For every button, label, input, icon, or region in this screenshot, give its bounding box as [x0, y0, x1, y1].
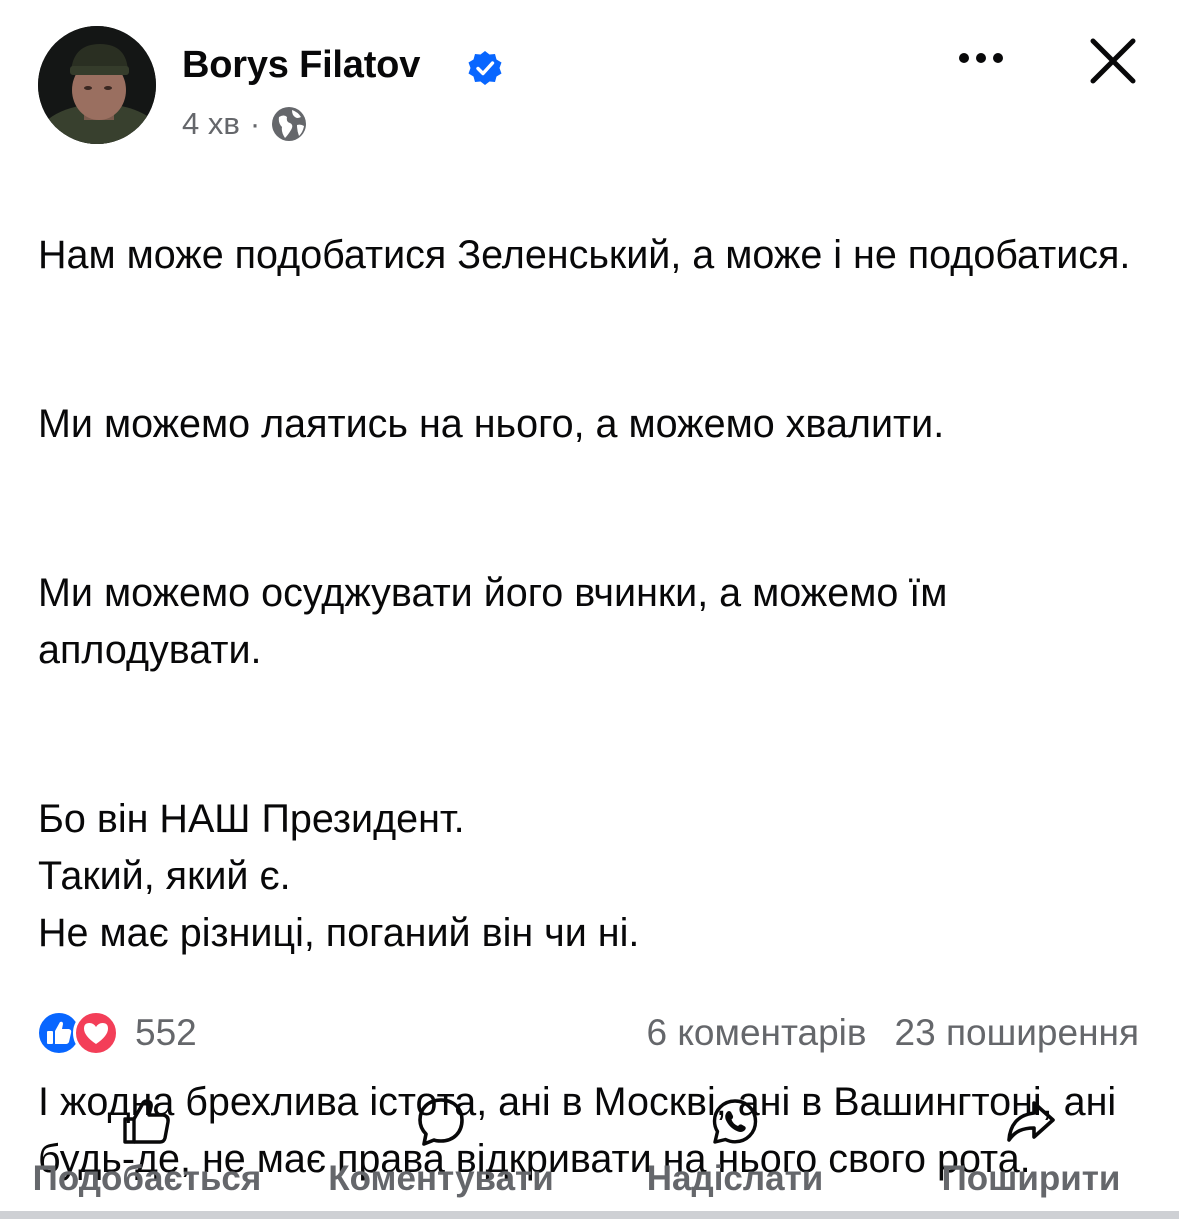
- share-arrow-icon: [1007, 1101, 1055, 1142]
- engagement-stats: 6 коментарів 23 поширення: [646, 1008, 1139, 1058]
- comments-count-link[interactable]: 6 коментарів: [646, 1012, 866, 1054]
- send-button[interactable]: Надіслати: [630, 1095, 840, 1205]
- thumbs-up-icon: [123, 1099, 170, 1144]
- meta-separator: ·: [249, 106, 261, 141]
- avatar[interactable]: [38, 26, 156, 144]
- comment-button-label: Коментувати: [328, 1159, 554, 1198]
- author-name[interactable]: Borys Filatov: [182, 44, 420, 87]
- post-paragraph: Нам може подобатися Зеленський, а може і…: [38, 233, 1131, 277]
- more-options-button[interactable]: [955, 38, 1007, 78]
- post-meta: 4 хв ·: [182, 104, 308, 144]
- post-text: Нам може подобатися Зеленський, а може і…: [38, 170, 1148, 1219]
- facebook-post: Borys Filatov 4 хв · Нам може подобатися…: [0, 0, 1179, 1219]
- post-paragraph: Бо він НАШ Президент. Такий, який є. Не …: [38, 797, 640, 955]
- verified-badge-icon: [468, 51, 502, 85]
- comment-button[interactable]: Коментувати: [308, 1095, 574, 1205]
- share-button[interactable]: Поширити: [920, 1095, 1142, 1205]
- like-button[interactable]: Подобається: [16, 1095, 278, 1205]
- timestamp[interactable]: 4 хв: [182, 106, 240, 142]
- whatsapp-icon: [712, 1099, 758, 1144]
- more-horizontal-icon: [959, 53, 1003, 63]
- post-paragraph: Ми можемо лаятись на нього, а можемо хва…: [38, 402, 945, 446]
- globe-icon[interactable]: [270, 105, 308, 143]
- profile-photo: [38, 26, 156, 144]
- shares-count-link[interactable]: 23 поширення: [895, 1012, 1139, 1054]
- reactions-summary[interactable]: 552: [36, 1008, 197, 1058]
- post-paragraph: Ми можемо осуджувати його вчинки, а може…: [38, 571, 948, 672]
- reactions-count: 552: [135, 1012, 197, 1053]
- share-button-label: Поширити: [941, 1159, 1121, 1198]
- close-icon[interactable]: [1086, 34, 1140, 88]
- like-button-label: Подобається: [32, 1159, 262, 1198]
- love-reaction-icon: [73, 1010, 119, 1056]
- divider: [0, 1211, 1179, 1219]
- send-button-label: Надіслати: [646, 1159, 824, 1198]
- comment-bubble-icon: [418, 1098, 464, 1146]
